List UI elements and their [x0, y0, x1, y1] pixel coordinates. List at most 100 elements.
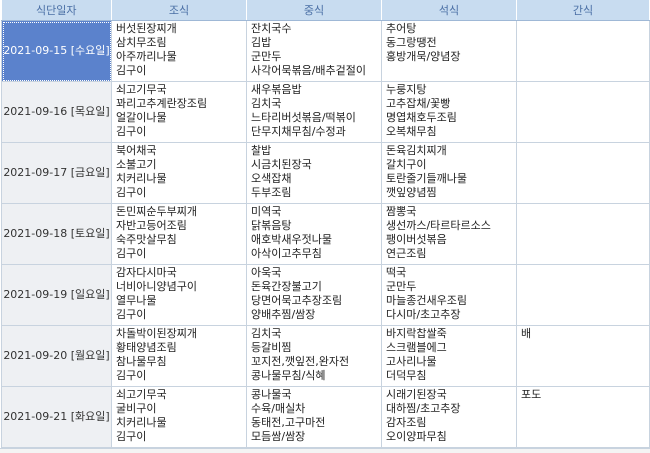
- table-row[interactable]: 2021-09-19 [일요일] 감자다시마국 너비아니양념구이 열무나물 김구이 아욱국…: [1, 264, 650, 326]
- breakfast-item: 아주까리나물: [116, 50, 177, 63]
- dinner-item: 고추잡채/꽃빵: [386, 97, 451, 110]
- table-row[interactable]: 2021-09-18 [토요일] 돈민찌순두부찌개 자반고등어조림 숙주맛살무침 김구이…: [1, 203, 650, 265]
- table-row[interactable]: 2021-09-17 [금요일] 북어채국 소불고기 치커리나물 김구이 찰밥 시금치된장국…: [1, 142, 650, 204]
- date-cell[interactable]: 2021-09-21 [화요일]: [1, 386, 112, 448]
- lunch-item: 김치국: [251, 97, 282, 110]
- dinner-item: 누룽지탕: [386, 83, 427, 96]
- snack-cell: [516, 142, 650, 204]
- lunch-item: 꼬지전,깻잎전,완자전: [251, 355, 350, 368]
- table-row[interactable]: 2021-09-16 [목요일] 쇠고기무국 꽈리고추계란장조림 얼갈이나물 김구이 새우…: [1, 81, 650, 143]
- snack-cell: 배: [516, 325, 650, 387]
- breakfast-item: 참나물무침: [116, 355, 167, 368]
- breakfast-item: 김구이: [116, 186, 147, 199]
- breakfast-item: 버섯된장찌개: [116, 22, 177, 35]
- lunch-cell: 아욱국 돈육간장불고기 당면어묵고추장조림 양배추찜/쌈장: [246, 264, 382, 326]
- snack-cell: [516, 264, 650, 326]
- lunch-item: 당면어묵고추장조림: [251, 294, 343, 307]
- dinner-item: 생선까스/타르타르소스: [386, 219, 491, 232]
- lunch-item: 양배추찜/쌈장: [251, 308, 316, 321]
- dinner-item: 고사리나물: [386, 355, 437, 368]
- snack-cell: 포도: [516, 386, 650, 448]
- breakfast-item: 김구이: [116, 64, 147, 77]
- lunch-item: 찰밥: [251, 144, 272, 157]
- breakfast-item: 너비아니양념구이: [116, 280, 197, 293]
- snack-cell: [516, 20, 650, 82]
- dinner-item: 갈치구이: [386, 158, 427, 171]
- snack-item: 배: [521, 327, 532, 340]
- lunch-item: 새우볶음밥: [251, 83, 302, 96]
- lunch-item: 모듬쌈/쌈장: [251, 430, 306, 443]
- lunch-item: 단무지채무침/수정과: [251, 125, 346, 138]
- breakfast-item: 돈민찌순두부찌개: [116, 205, 197, 218]
- snack-item: 포도: [521, 388, 542, 401]
- lunch-item: 오색잡채: [251, 172, 292, 185]
- table-row[interactable]: 2021-09-20 [월요일] 차돌박이된장찌개 황태양념조림 참나물무침 김구이 김치…: [1, 325, 650, 387]
- table-row[interactable]: 2021-09-15 [수요일] 버섯된장찌개 삼치무조림 아주까리나물 김구이 잔치국수…: [1, 20, 650, 82]
- dinner-cell: 추어탕 동그랑땡전 홍방개묵/양념장: [381, 20, 517, 82]
- snack-cell: [516, 81, 650, 143]
- dinner-item: 짬뽕국: [386, 205, 417, 218]
- dinner-item: 추어탕: [386, 22, 417, 35]
- dinner-item: 군만두: [386, 280, 417, 293]
- dinner-item: 동그랑땡전: [386, 36, 437, 49]
- dinner-item: 돈육김치찌개: [386, 144, 447, 157]
- dinner-item: 대하찜/초고추장: [386, 402, 461, 415]
- lunch-item: 동태전,고구마전: [251, 416, 326, 429]
- lunch-item: 등갈비찜: [251, 341, 292, 354]
- meal-schedule-table: 식단일자 조식 중식 석식 간식 2021-09-15 [수요일] 버섯된장찌개 삼…: [1, 0, 650, 448]
- lunch-item: 잔치국수: [251, 22, 292, 35]
- breakfast-cell: 차돌박이된장찌개 황태양념조림 참나물무침 김구이: [111, 325, 247, 387]
- breakfast-cell: 쇠고기무국 꽈리고추계란장조림 얼갈이나물 김구이: [111, 81, 247, 143]
- dinner-item: 깻잎양념찜: [386, 186, 437, 199]
- breakfast-item: 김구이: [116, 125, 147, 138]
- dinner-cell: 짬뽕국 생선까스/타르타르소스 팽이버섯볶음 연근조림: [381, 203, 517, 265]
- breakfast-item: 황태양념조림: [116, 341, 177, 354]
- column-header-dinner[interactable]: 석식: [381, 0, 517, 21]
- table-body: 2021-09-15 [수요일] 버섯된장찌개 삼치무조림 아주까리나물 김구이 잔치국수…: [1, 20, 650, 448]
- breakfast-item: 쇠고기무국: [116, 388, 167, 401]
- breakfast-item: 감자다시마국: [116, 266, 177, 279]
- lunch-item: 아욱국: [251, 266, 282, 279]
- dinner-item: 더덕무침: [386, 369, 427, 382]
- date-cell[interactable]: 2021-09-16 [목요일]: [1, 81, 112, 143]
- column-header-snack[interactable]: 간식: [516, 0, 650, 21]
- breakfast-item: 얼갈이나물: [116, 111, 167, 124]
- date-cell[interactable]: 2021-09-19 [일요일]: [1, 264, 112, 326]
- lunch-cell: 미역국 닭볶음탕 애호박새우젓나물 아삭이고추무침: [246, 203, 382, 265]
- date-cell[interactable]: 2021-09-17 [금요일]: [1, 142, 112, 204]
- breakfast-item: 꽈리고추계란장조림: [116, 97, 208, 110]
- breakfast-item: 숙주맛살무침: [116, 233, 177, 246]
- dinner-item: 바지락찹쌀죽: [386, 327, 447, 340]
- lunch-item: 사각어묵볶음/배추겉절이: [251, 64, 367, 77]
- lunch-item: 돈육간장불고기: [251, 280, 322, 293]
- lunch-item: 미역국: [251, 205, 282, 218]
- breakfast-item: 북어채국: [116, 144, 157, 157]
- lunch-item: 수육/매실차: [251, 402, 306, 415]
- date-cell[interactable]: 2021-09-15 [수요일]: [1, 20, 112, 82]
- dinner-item: 팽이버섯볶음: [386, 233, 447, 246]
- column-header-date[interactable]: 식단일자: [1, 0, 112, 21]
- breakfast-cell: 버섯된장찌개 삼치무조림 아주까리나물 김구이: [111, 20, 247, 82]
- dinner-item: 시래기된장국: [386, 388, 447, 401]
- breakfast-item: 굴비구이: [116, 402, 157, 415]
- dinner-item: 떡국: [386, 266, 407, 279]
- dinner-item: 연근조림: [386, 247, 427, 260]
- breakfast-item: 삼치무조림: [116, 36, 167, 49]
- breakfast-item: 차돌박이된장찌개: [116, 327, 197, 340]
- dinner-cell: 돈육김치찌개 갈치구이 토란줄기들깨나물 깻잎양념찜: [381, 142, 517, 204]
- dinner-cell: 시래기된장국 대하찜/초고추장 감자조림 오이양파무침: [381, 386, 517, 448]
- dinner-item: 명엽채호두조림: [386, 111, 457, 124]
- date-cell[interactable]: 2021-09-18 [토요일]: [1, 203, 112, 265]
- dinner-cell: 떡국 군만두 마늘종건새우조림 다시마/초고추장: [381, 264, 517, 326]
- table-row[interactable]: 2021-09-21 [화요일] 쇠고기무국 굴비구이 치커리나물 김구이 콩나물국 수육/…: [1, 386, 650, 448]
- lunch-cell: 찰밥 시금치된장국 오색잡채 두부조림: [246, 142, 382, 204]
- dinner-item: 오이양파무침: [386, 430, 447, 443]
- lunch-item: 김치국: [251, 327, 282, 340]
- column-header-breakfast[interactable]: 조식: [111, 0, 247, 21]
- column-header-lunch[interactable]: 중식: [246, 0, 382, 21]
- lunch-item: 애호박새우젓나물: [251, 233, 332, 246]
- breakfast-item: 김구이: [116, 369, 147, 382]
- dinner-item: 토란줄기들깨나물: [386, 172, 467, 185]
- date-cell[interactable]: 2021-09-20 [월요일]: [1, 325, 112, 387]
- lunch-cell: 잔치국수 김밥 군만두 사각어묵볶음/배추겉절이: [246, 20, 382, 82]
